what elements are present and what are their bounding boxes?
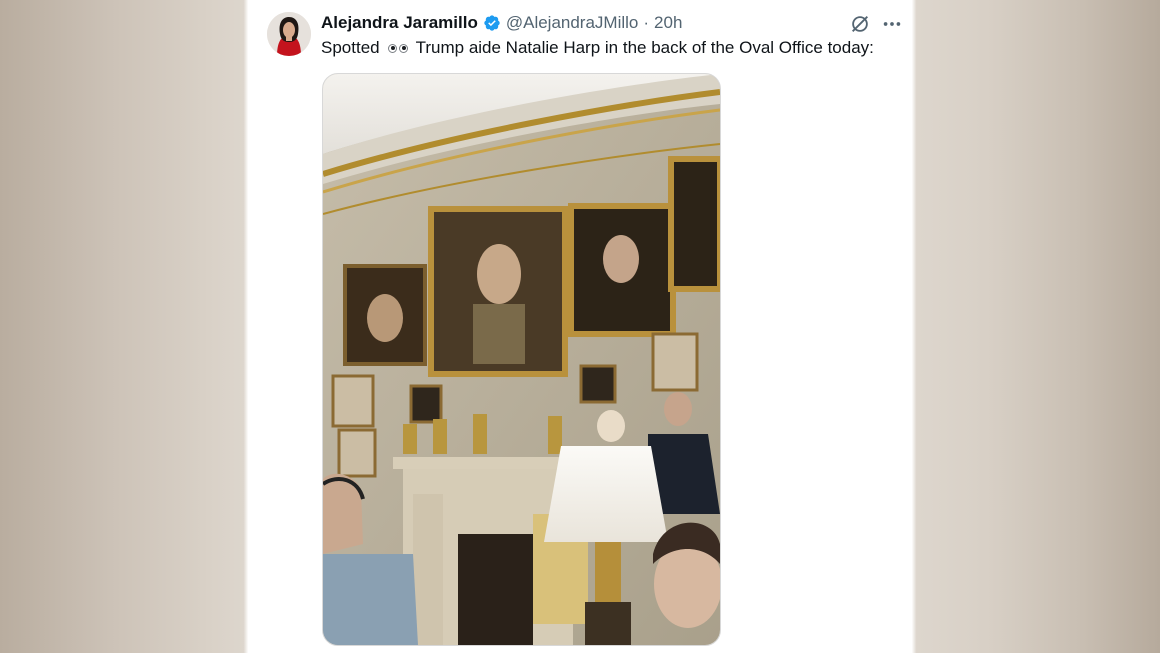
tweet-card[interactable]: Alejandra Jaramillo @AlejandraJMillo · 2…: [249, 0, 911, 653]
more-options-icon[interactable]: [881, 13, 903, 35]
verified-badge-icon: [484, 15, 500, 31]
tweet-author-row: Alejandra Jaramillo @AlejandraJMillo · 2…: [321, 12, 682, 34]
tweet-text: Spotted Trump aide Natalie Harp in the b…: [321, 38, 874, 58]
meta-separator: ·: [643, 13, 650, 32]
tweet-text-start: Spotted: [321, 38, 380, 57]
avatar[interactable]: [267, 12, 311, 56]
oval-office-photo: [323, 74, 720, 645]
author-name[interactable]: Alejandra Jaramillo: [321, 13, 478, 33]
tweet-photo[interactable]: [322, 73, 721, 646]
tweet-text-end: Trump aide Natalie Harp in the back of t…: [415, 38, 874, 57]
eyes-emoji-icon: [387, 43, 408, 53]
grok-icon[interactable]: [849, 13, 871, 35]
tweet-timestamp[interactable]: 20h: [654, 13, 682, 33]
author-handle[interactable]: @AlejandraJMillo: [506, 13, 639, 33]
avatar-image: [267, 12, 311, 56]
